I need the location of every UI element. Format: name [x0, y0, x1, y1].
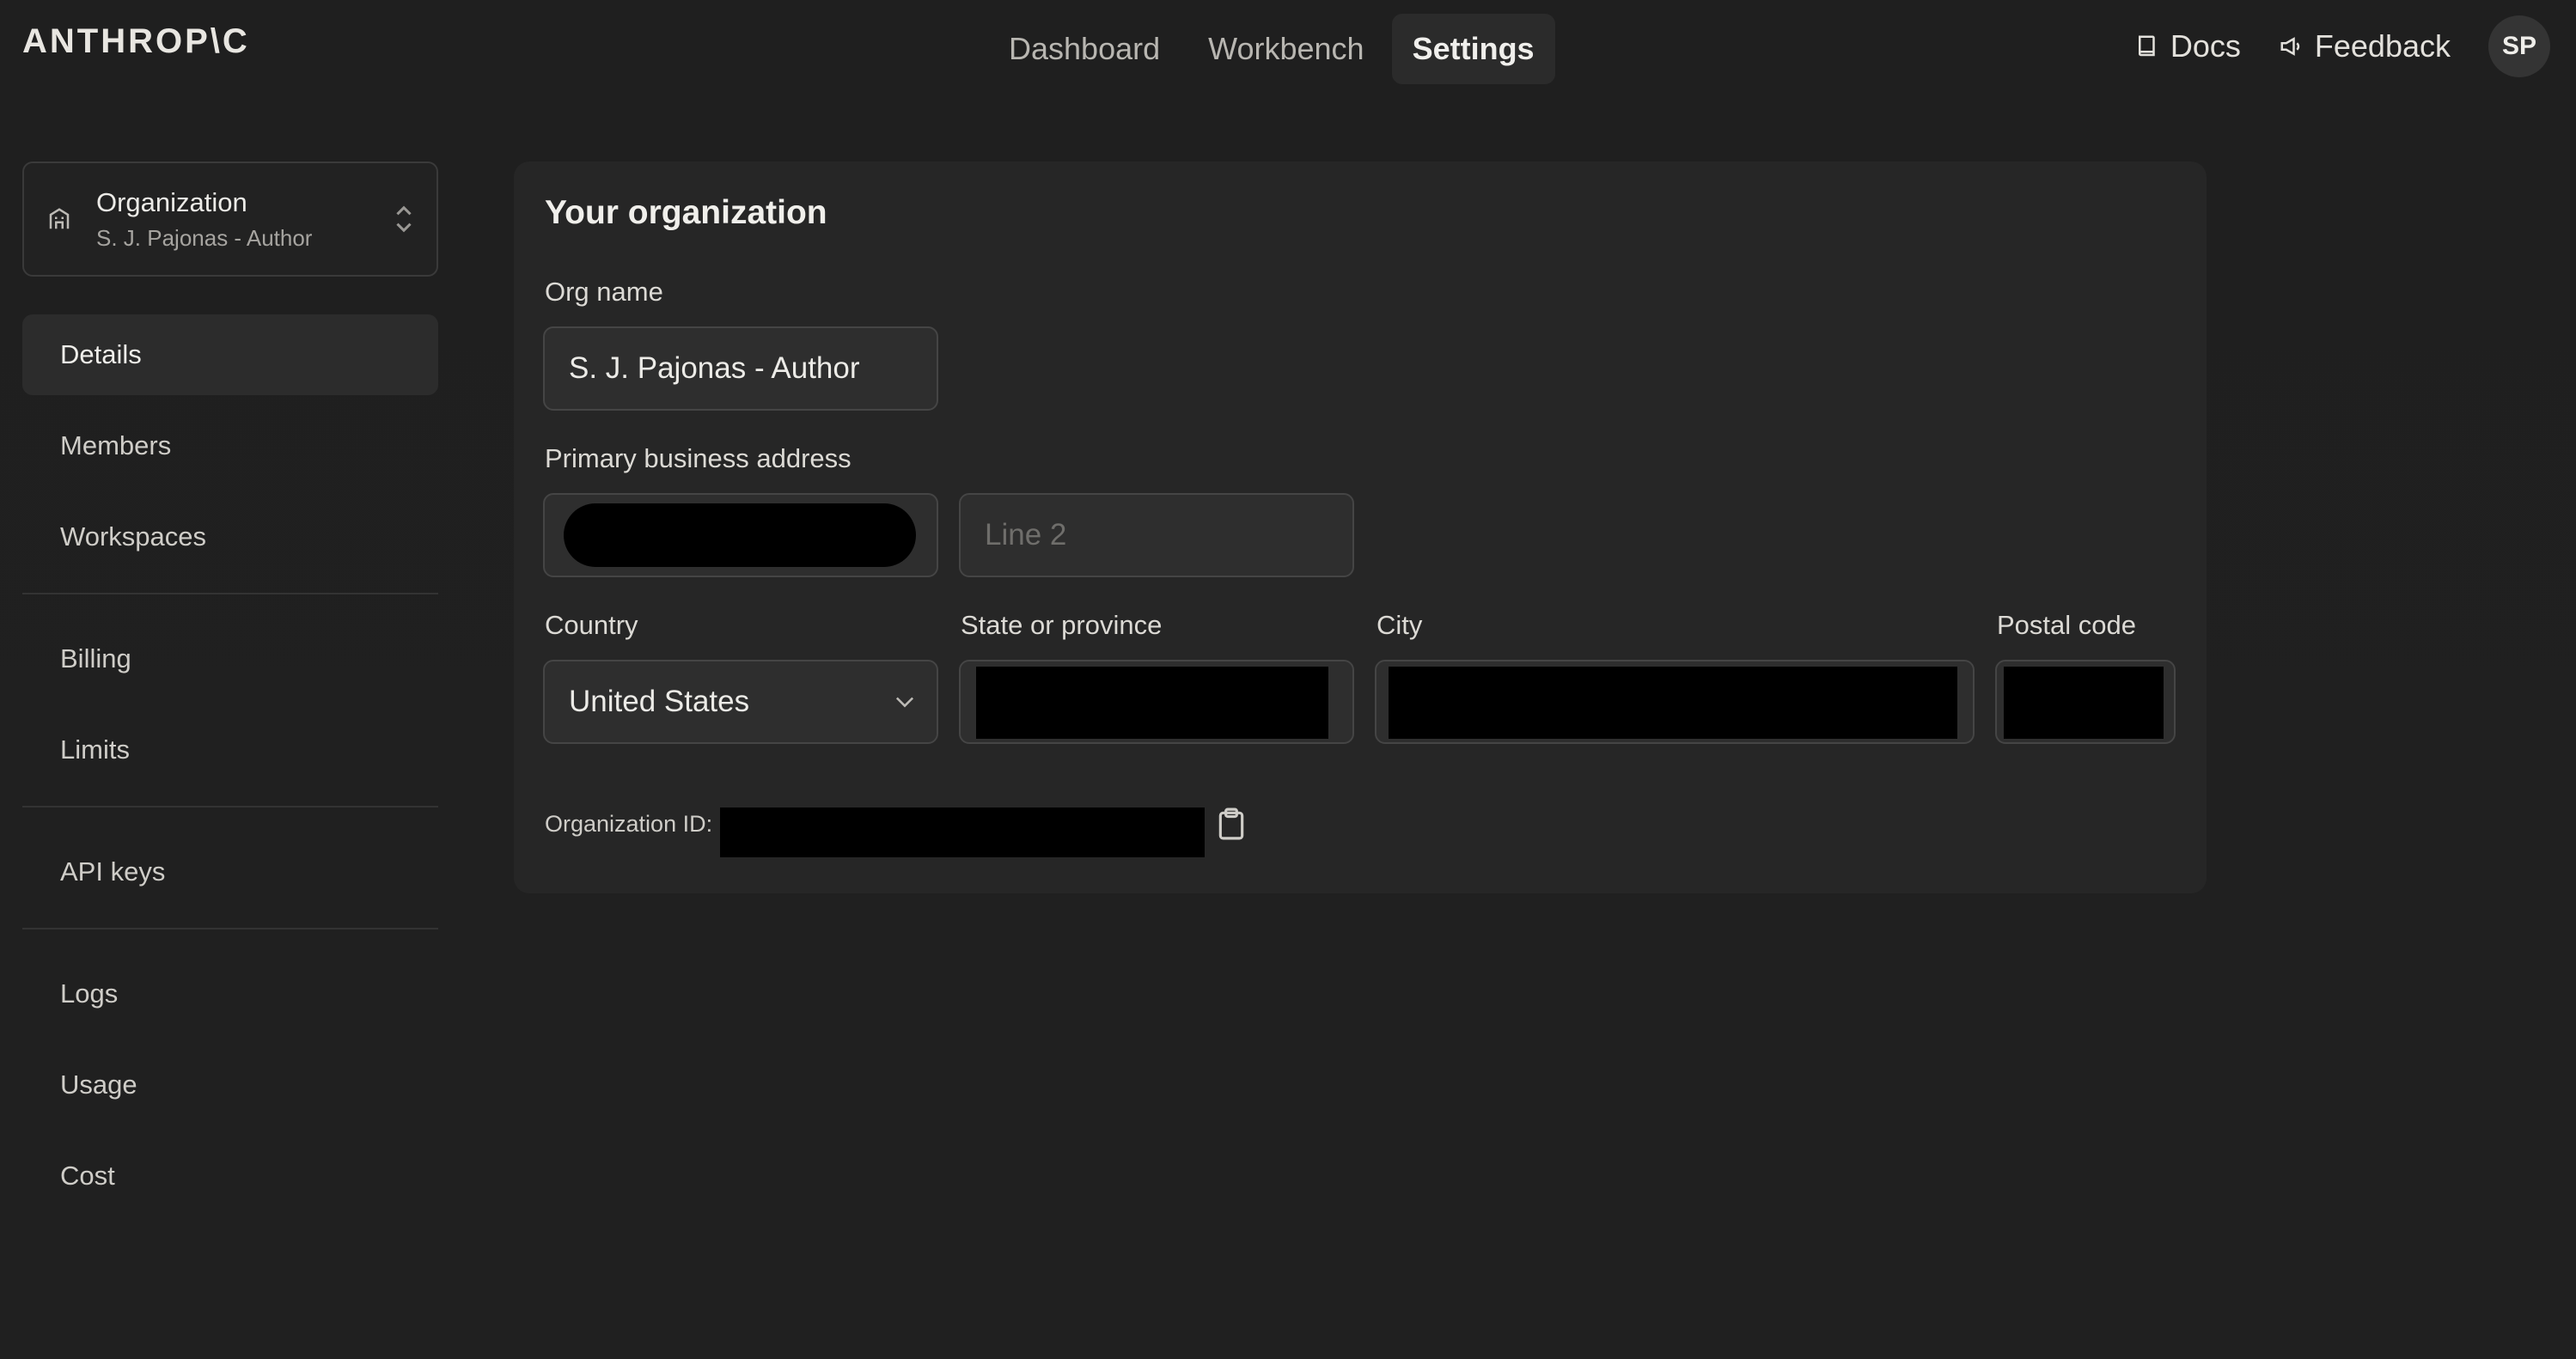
app-root: ANTHROP\C Dashboard Workbench Settings D…: [0, 0, 2576, 1359]
country-select[interactable]: United States: [543, 660, 938, 744]
chevron-updown-icon: [396, 205, 412, 233]
org-id-redaction: [720, 807, 1205, 857]
sidebar-item-cost[interactable]: Cost: [22, 1136, 438, 1216]
org-switcher-name: S. J. Pajonas - Author: [96, 224, 313, 251]
postal-label: Postal code: [1997, 610, 2136, 640]
address-line1-input[interactable]: [543, 493, 938, 577]
state-label: State or province: [961, 610, 1163, 640]
building-icon: [49, 208, 70, 229]
clipboard-icon[interactable]: [1217, 807, 1246, 840]
tab-workbench[interactable]: Workbench: [1187, 14, 1384, 84]
postal-input[interactable]: [1995, 660, 2176, 744]
top-nav: Dashboard Workbench Settings: [988, 14, 1555, 84]
sidebar-divider: [22, 593, 438, 594]
card-title: Your organization: [545, 194, 827, 231]
redaction-bar: [1389, 667, 1957, 739]
chevron-down-icon: [895, 697, 914, 708]
city-label: City: [1377, 610, 1423, 640]
sidebar-item-usage[interactable]: Usage: [22, 1045, 438, 1125]
line2-placeholder: Line 2: [985, 518, 1067, 552]
sidebar-item-workspaces[interactable]: Workspaces: [22, 497, 438, 577]
country-value: United States: [569, 685, 750, 718]
docs-label: Docs: [2170, 28, 2241, 64]
sidebar-item-limits[interactable]: Limits: [22, 710, 438, 790]
sidebar-item-billing[interactable]: Billing: [22, 619, 438, 699]
org-name-value: S. J. Pajonas - Author: [569, 351, 860, 385]
sidebar-item-api-keys[interactable]: API keys: [22, 832, 438, 912]
state-input[interactable]: [959, 660, 1354, 744]
organization-card: Your organization Org name S. J. Pajonas…: [514, 161, 2207, 893]
megaphone-icon: [2280, 37, 2300, 56]
org-name-input[interactable]: S. J. Pajonas - Author: [543, 326, 938, 411]
redaction-bar: [564, 503, 916, 567]
top-right-actions: Docs Feedback SP: [2134, 15, 2550, 77]
org-id-label: Organization ID:: [545, 811, 713, 837]
address-line2-input[interactable]: Line 2: [959, 493, 1354, 577]
org-switcher-text: Organization S. J. Pajonas - Author: [96, 187, 394, 252]
sidebar-item-members[interactable]: Members: [22, 405, 438, 486]
feedback-label: Feedback: [2314, 28, 2451, 64]
tab-settings[interactable]: Settings: [1391, 14, 1555, 84]
sidebar-divider: [22, 806, 438, 807]
sidebar: Details Members Workspaces Billing Limit…: [22, 314, 438, 1227]
feedback-link[interactable]: Feedback: [2279, 28, 2451, 64]
sidebar-item-details[interactable]: Details: [22, 314, 438, 395]
organization-switcher[interactable]: Organization S. J. Pajonas - Author: [22, 161, 438, 277]
org-switcher-title: Organization: [96, 186, 247, 217]
anthropic-logo[interactable]: ANTHROP\C: [22, 22, 250, 61]
tab-dashboard[interactable]: Dashboard: [988, 14, 1181, 84]
docs-link[interactable]: Docs: [2134, 28, 2241, 64]
sidebar-item-logs[interactable]: Logs: [22, 954, 438, 1034]
book-icon: [2138, 35, 2155, 57]
sidebar-divider: [22, 928, 438, 929]
city-input[interactable]: [1375, 660, 1975, 744]
country-label: Country: [545, 610, 638, 640]
redaction-bar: [976, 667, 1328, 739]
address-label: Primary business address: [545, 443, 852, 473]
user-avatar[interactable]: SP: [2488, 15, 2550, 77]
redaction-bar: [2004, 667, 2164, 739]
org-name-label: Org name: [545, 277, 663, 307]
